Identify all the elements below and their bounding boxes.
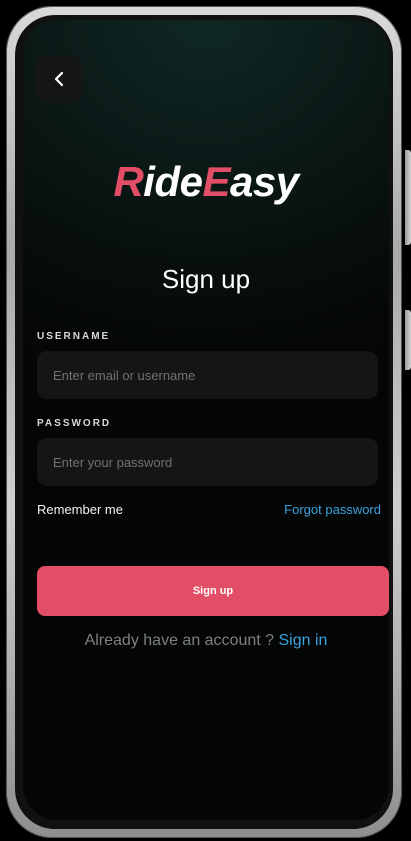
remember-me-toggle[interactable]: Remember me <box>37 502 123 517</box>
back-button[interactable] <box>35 55 83 103</box>
logo-text-2: asy <box>229 158 299 205</box>
page-title: Sign up <box>161 264 251 294</box>
volume-button <box>405 310 411 370</box>
sign-up-button[interactable]: Sign up <box>37 566 389 616</box>
screen: RideEasy Sign up USERNAME PASSWORD Remem… <box>23 20 389 820</box>
signin-prompt: Already have an account ? Sign in <box>23 632 389 650</box>
username-label: USERNAME <box>37 331 111 342</box>
sign-in-link[interactable]: Sign in <box>278 632 327 649</box>
username-input[interactable] <box>37 351 378 399</box>
password-field-container <box>37 438 378 486</box>
chevron-left-icon <box>54 71 64 87</box>
signin-prompt-text: Already have an account ? <box>84 632 279 649</box>
logo-accent-1: R <box>113 158 144 205</box>
logo-text-1: ide <box>143 158 203 205</box>
power-button <box>405 150 411 245</box>
password-input[interactable] <box>37 438 378 486</box>
logo-accent-2: E <box>202 158 230 205</box>
username-field-container <box>37 351 378 399</box>
forgot-password-link[interactable]: Forgot password <box>284 502 381 517</box>
password-label: PASSWORD <box>37 418 112 429</box>
brand-logo: RideEasy <box>23 158 389 206</box>
